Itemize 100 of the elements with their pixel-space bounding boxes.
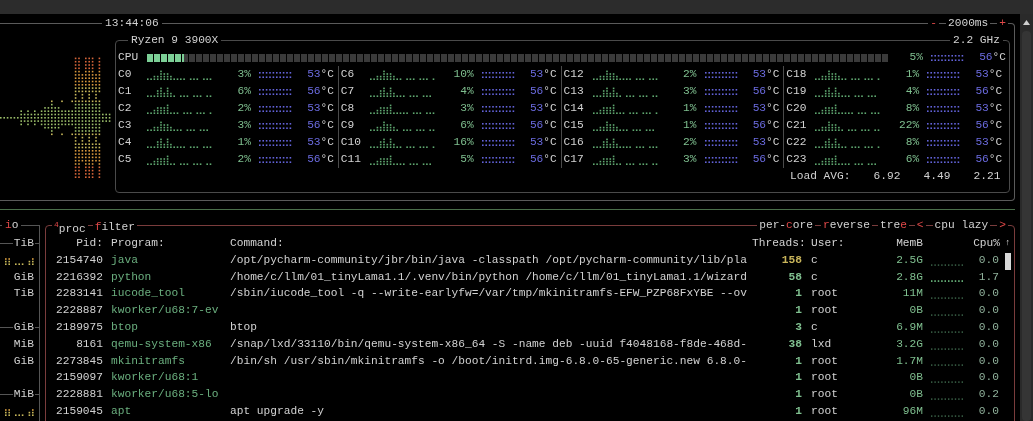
temperature-meter (259, 105, 293, 112)
threads-cell: 1 (795, 372, 802, 384)
command-cell-text: /opt/pycharm-community/jbr/bin/java -classpath /opt/pycharm-community/lib/pla (230, 252, 748, 268)
cpu-cell-text: 1.7 (977, 269, 999, 285)
pid-cell-text: 2154740 (55, 252, 103, 268)
core-percent: 2% (682, 67, 697, 82)
temperature-meter (259, 88, 293, 95)
core-percent: 4% (904, 84, 920, 99)
temperature: 53°C (974, 135, 1003, 150)
core-percent: 2% (682, 135, 697, 150)
core-percent: 16% (452, 135, 474, 150)
core-label: C14 (563, 101, 585, 116)
temperature-meter (481, 156, 516, 163)
cpu-cell-text: 0.0 (977, 336, 999, 352)
pid-cell-text: 8161 (75, 336, 103, 352)
cpu-percent: 5% (908, 50, 923, 65)
temperature: 53°C (528, 101, 557, 116)
cpu-cell-text: 0.0 (977, 320, 999, 335)
user-cell-text: root (811, 303, 839, 319)
temperature: 56°C (974, 152, 1003, 167)
user-cell-text: c (811, 269, 819, 285)
column-header[interactable]: Pid: (46, 235, 103, 252)
temperature: 56°C (528, 152, 557, 167)
temperature-meter (259, 122, 293, 129)
core-percent: 1% (904, 67, 920, 82)
core-label: C7 (340, 84, 356, 99)
core-label: C21 (786, 118, 808, 133)
temperature: 53°C (974, 67, 1003, 82)
scroll-up-icon (1023, 20, 1030, 25)
program-cell-text: btop (111, 320, 139, 335)
window-scrollbar[interactable] (1020, 14, 1033, 421)
user-cell-text: root (811, 370, 839, 386)
threads-cell: 38 (788, 338, 802, 350)
temperature: 56°C (528, 118, 557, 133)
column-header[interactable]: Command: (230, 235, 752, 252)
pid-cell-text: 2228881 (55, 387, 103, 403)
temperature: 53°C (528, 67, 557, 82)
temperature: 53°C (751, 135, 780, 150)
user-cell-text: c (811, 320, 819, 335)
memory-cell-text: 0B (908, 370, 923, 386)
core-percent: 22% (898, 118, 920, 133)
temperature-meter (259, 156, 293, 163)
user-cell-text: lxd (811, 336, 833, 352)
temperature: 56°C (751, 152, 780, 167)
user-cell-text: c (811, 252, 819, 268)
cpu-sparkline (147, 137, 213, 148)
cpu-sparkline (931, 378, 965, 384)
program-cell-text: qemu-system-x86 (111, 336, 213, 352)
cpu-cell-text: 0.0 (977, 370, 999, 386)
command-cell-text: /bin/sh /usr/sbin/mkinitramfs -o /boot/initrd.img-6.8.0-65-generic.new 6.8.0- (230, 353, 748, 369)
temperature: 56°C (974, 84, 1003, 99)
user-cell-text: root (811, 353, 839, 369)
temperature-meter (481, 139, 516, 146)
temperature-meter (481, 122, 516, 129)
program-cell-text: kworker/u68:5-lo (111, 387, 220, 403)
threads-cell: 58 (788, 271, 802, 283)
program-cell-text: java (111, 252, 139, 268)
temperature-meter (481, 88, 516, 95)
temperature-meter (704, 122, 739, 129)
memory-cell-text: 11M (901, 286, 923, 302)
cpu-sparkline (592, 154, 659, 165)
load-value: 6.92 (872, 169, 901, 184)
column-header[interactable]: Threads: (752, 235, 802, 252)
core-label: C9 (340, 118, 356, 133)
sort-label: cpu lazy (932, 217, 991, 233)
temperature: 56°C (306, 118, 334, 133)
core-percent: 3% (459, 101, 474, 116)
column-header[interactable]: MemB (881, 235, 923, 252)
temperature-meter (927, 122, 962, 129)
pid-cell-text: 2159097 (55, 370, 103, 386)
cpu-sparkline (369, 120, 436, 131)
scrollbar-thumb[interactable] (1005, 253, 1011, 270)
temperature: 56°C (751, 118, 780, 133)
column-header[interactable]: Program: (111, 235, 230, 252)
column-header[interactable]: User: (811, 235, 881, 252)
core-percent: 1% (236, 135, 251, 150)
cpu-sparkline (592, 69, 659, 80)
core-label: C2 (118, 101, 133, 116)
temperature-meter (704, 156, 739, 163)
core-label: C23 (786, 152, 808, 167)
threads-cell: 1 (795, 355, 802, 367)
core-label: C22 (786, 135, 808, 150)
command-cell-text: apt upgrade -y (230, 403, 325, 419)
temperature: 56°C (751, 84, 780, 99)
core-label: C5 (118, 152, 133, 167)
core-percent: 2% (236, 101, 251, 116)
cpu-sparkline (815, 120, 882, 131)
column-header[interactable]: Cpu% (923, 235, 1000, 252)
temperature: 53°C (306, 135, 334, 150)
temperature-meter (704, 105, 739, 112)
user-cell-text: root (811, 387, 839, 403)
core-label: C11 (340, 152, 362, 167)
core-percent: 1% (682, 118, 697, 133)
sort-indicator: ↑ (1005, 237, 1011, 250)
temperature-meter (704, 88, 739, 95)
temperature-meter (704, 71, 739, 78)
pid-cell-text: 2273845 (55, 353, 103, 369)
core-percent: 3% (682, 152, 697, 167)
temperature: 53°C (306, 101, 334, 116)
command-cell-text: /sbin/iucode_tool -q --write-earlyfw=/var/tmp/mkinitramfs-EFW_PZP68FxYBE --ov (230, 286, 748, 302)
